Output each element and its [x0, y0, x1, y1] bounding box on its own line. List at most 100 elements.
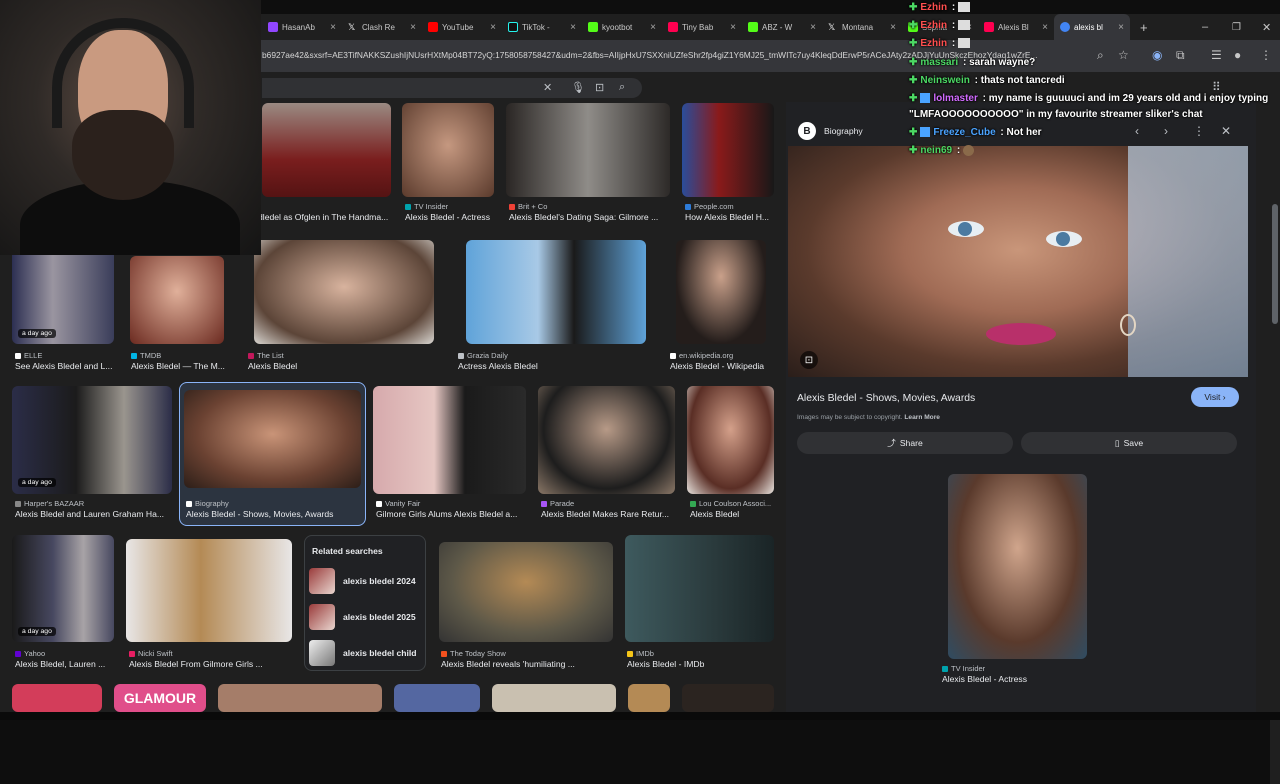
close-icon[interactable]: × — [326, 22, 336, 33]
image-caption[interactable]: Alexis Bledel Makes Rare Retur... — [541, 509, 675, 519]
related-search-item[interactable]: alexis bledel 2024 — [309, 567, 425, 595]
image-result[interactable] — [682, 684, 774, 712]
browser-tab[interactable]: 𝕏 Montana × — [822, 14, 902, 40]
browser-tab[interactable]: kyootbot × — [582, 14, 662, 40]
image-result[interactable] — [394, 684, 480, 712]
image-caption[interactable]: Alexis Bledel's Dating Saga: Gilmore ... — [509, 212, 669, 222]
microphone-icon[interactable]: 🎙 — [571, 81, 585, 94]
preview-title[interactable]: Alexis Bledel - Shows, Movies, Awards — [797, 393, 975, 404]
related-search-item[interactable]: alexis bledel 2025 — [309, 603, 425, 631]
site-icon — [129, 650, 135, 657]
scrollbar-thumb[interactable] — [1272, 204, 1278, 324]
close-icon[interactable]: × — [486, 22, 496, 33]
browser-tab[interactable]: 𝕏 Clash Re × — [342, 14, 422, 40]
share-button[interactable]: ⤴ Share — [797, 432, 1013, 454]
browser-tab[interactable]: ABZ - W × — [742, 14, 822, 40]
clear-icon[interactable]: ✕ — [543, 81, 552, 94]
image-caption[interactable]: Alexis Bledel - Wikipedia — [670, 361, 770, 371]
image-caption[interactable]: How Alexis Bledel H... — [685, 212, 775, 222]
image-caption[interactable]: Alexis Bledel, Lauren ... — [15, 659, 115, 669]
image-source: The List — [248, 351, 284, 360]
image-result[interactable]: a day ago — [12, 386, 172, 494]
search-icon[interactable]: ⌕ — [619, 81, 625, 94]
image-caption[interactable]: Alexis Bledel reveals 'humiliating ... — [441, 659, 611, 669]
preview-image[interactable]: ⊡ — [788, 146, 1248, 377]
image-caption[interactable]: Alexis Bledel — The M... — [131, 361, 226, 371]
save-button[interactable]: ▯ Save — [1021, 432, 1237, 454]
image-result-selected[interactable] — [184, 390, 361, 488]
image-result[interactable] — [12, 684, 102, 712]
image-result[interactable] — [254, 240, 434, 344]
search-bar[interactable]: ✕ 🎙 ⊡ ⌕ — [262, 78, 642, 98]
thumbnail — [262, 103, 391, 197]
image-result[interactable] — [262, 103, 391, 197]
time-badge: a day ago — [18, 478, 56, 487]
image-result[interactable]: GLAMOUR — [114, 684, 206, 712]
background — [1128, 146, 1248, 377]
image-caption[interactable]: Alexis Bledel - IMDb — [627, 659, 767, 669]
close-icon[interactable]: × — [806, 22, 816, 33]
image-result[interactable] — [126, 539, 292, 642]
image-result[interactable] — [218, 684, 382, 712]
image-caption[interactable]: Alexis Bledel and Lauren Graham Ha... — [15, 509, 175, 519]
image-caption[interactable]: Alexis Bledel — [690, 509, 774, 519]
related-search-label: alexis bledel 2024 — [343, 576, 416, 586]
badge-icon: ✚ — [909, 75, 918, 86]
image-caption[interactable]: See Alexis Bledel and L... — [15, 361, 115, 371]
menu-icon[interactable]: ⋮ — [1260, 48, 1272, 62]
image-result[interactable] — [130, 256, 224, 344]
image-result[interactable] — [373, 386, 526, 494]
image-result[interactable] — [628, 684, 670, 712]
image-result[interactable]: a day ago — [12, 535, 114, 642]
related-image-caption[interactable]: Alexis Bledel - Actress — [942, 674, 1082, 684]
site-icon — [509, 203, 515, 210]
image-result[interactable] — [682, 103, 774, 197]
browser-tab[interactable]: HasanAb × — [262, 14, 342, 40]
source-label: Parade — [550, 499, 575, 508]
preview-source[interactable]: Biography — [824, 126, 863, 136]
chat-message: ✚ nein69 : — [909, 145, 974, 156]
scrollbar[interactable] — [1270, 144, 1280, 784]
visit-button[interactable]: Visit › — [1191, 387, 1239, 407]
thumbnail — [682, 103, 774, 197]
image-result[interactable] — [466, 240, 646, 344]
lens-icon[interactable]: ⊡ — [800, 351, 818, 369]
learn-more-link[interactable]: Learn More — [904, 414, 940, 421]
chat-text: "LMFAOOOOOOOOOO" in my favourite streame… — [909, 109, 1203, 120]
close-icon[interactable]: × — [646, 22, 656, 33]
close-icon[interactable]: × — [406, 22, 416, 33]
image-result[interactable] — [625, 535, 774, 642]
thumbnail — [218, 684, 382, 712]
lens-icon[interactable]: ⊡ — [595, 81, 604, 94]
image-caption[interactable]: Alexis Bledel - Actress — [405, 212, 500, 222]
stream-chat-overlay: ✚ Ezhin : ✚ Ezhin : ✚ Ezhin : ✚ massari : sa… — [905, 0, 1268, 165]
image-result[interactable] — [538, 386, 675, 494]
image-source: ELLE — [15, 351, 42, 360]
image-result[interactable] — [439, 542, 613, 642]
image-caption[interactable]: dledel as Ofglen in The Handma... — [258, 212, 388, 222]
chat-username: massari — [920, 57, 959, 68]
close-icon[interactable]: × — [566, 22, 576, 33]
browser-tab[interactable]: Tiny Bab × — [662, 14, 742, 40]
image-caption[interactable]: Gilmore Girls Alums Alexis Bledel a... — [376, 509, 526, 519]
browser-tab[interactable]: YouTube × — [422, 14, 502, 40]
browser-tab[interactable]: TikTok - × — [502, 14, 582, 40]
image-caption[interactable]: Actress Alexis Bledel — [458, 361, 588, 371]
related-image[interactable] — [948, 474, 1087, 659]
image-result[interactable] — [676, 240, 766, 344]
image-result[interactable] — [492, 684, 616, 712]
image-result[interactable] — [402, 103, 494, 197]
image-caption[interactable]: Alexis Bledel From Gilmore Girls ... — [129, 659, 289, 669]
image-result[interactable] — [687, 386, 774, 494]
image-result[interactable] — [506, 103, 670, 197]
badge-icon: ✚ — [909, 57, 918, 68]
window-close-button[interactable]: ✕ — [1256, 14, 1272, 40]
related-search-item[interactable]: alexis bledel child — [309, 639, 425, 667]
image-caption[interactable]: Alexis Bledel — [248, 361, 368, 371]
close-icon[interactable]: × — [726, 22, 736, 33]
related-search-label: alexis bledel 2025 — [343, 612, 416, 622]
close-icon[interactable]: × — [886, 22, 896, 33]
image-caption[interactable]: Alexis Bledel - Shows, Movies, Awards — [186, 509, 364, 519]
image-result[interactable]: a day ago — [12, 242, 114, 344]
share-icon: ⤴ — [887, 438, 896, 448]
